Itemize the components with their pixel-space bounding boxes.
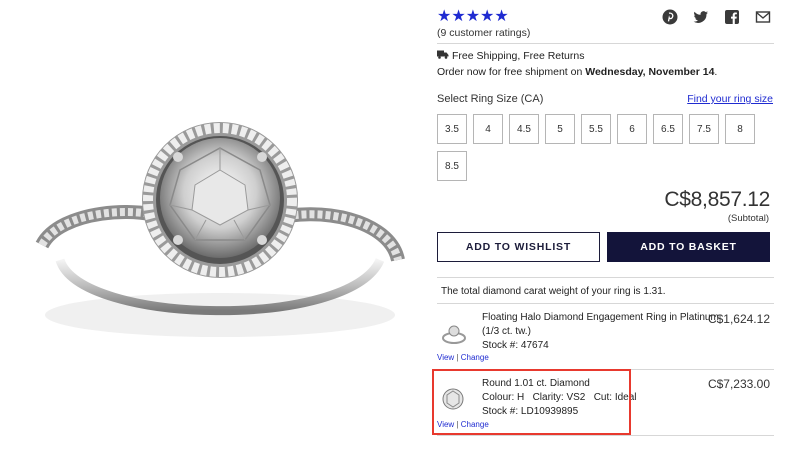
divider xyxy=(437,435,774,436)
ring-size-options: 3.5 4 4.5 5 5.5 6 6.5 7.5 8 8.5 xyxy=(437,114,775,181)
ship-date: Wednesday, November 14 xyxy=(585,66,715,78)
subtotal-label: (Subtotal) xyxy=(727,213,769,224)
ring-size-option[interactable]: 5 xyxy=(545,114,575,144)
ring-size-option[interactable]: 4.5 xyxy=(509,114,539,144)
ratings-count[interactable]: (9 customer ratings) xyxy=(437,27,530,39)
ring-size-option[interactable]: 7.5 xyxy=(689,114,719,144)
carat-weight-note: The total diamond carat weight of your r… xyxy=(441,286,666,297)
star-icon: ★★★★★ xyxy=(437,6,509,25)
ring-size-option[interactable]: 5.5 xyxy=(581,114,611,144)
setting-description: Floating Halo Diamond Engagement Ring in… xyxy=(482,311,719,353)
order-by-info: Order now for free shipment on Wednesday… xyxy=(437,66,717,78)
add-to-basket-button[interactable]: ADD TO BASKET xyxy=(607,232,770,262)
twitter-icon[interactable] xyxy=(693,9,709,25)
divider xyxy=(437,277,774,278)
find-ring-size-link[interactable]: Find your ring size xyxy=(687,93,773,105)
ring-size-option[interactable]: 8 xyxy=(725,114,755,144)
share-icons xyxy=(662,9,771,25)
ring-size-option[interactable]: 8.5 xyxy=(437,151,467,181)
setting-price: C$1,624.12 xyxy=(707,312,770,326)
email-icon[interactable] xyxy=(755,9,771,25)
total-price: C$8,857.12 xyxy=(664,188,770,211)
order-prefix: Order now for free shipment on xyxy=(437,66,586,78)
ring-thumbnail xyxy=(441,323,467,349)
shipping-text: Free Shipping, Free Returns xyxy=(452,50,585,62)
order-suffix: . xyxy=(714,66,718,78)
truck-icon xyxy=(437,50,449,62)
setting-name: Floating Halo Diamond Engagement Ring in… xyxy=(482,312,719,323)
ring-size-label: Select Ring Size (CA) xyxy=(437,93,544,105)
ring-size-option[interactable]: 6 xyxy=(617,114,647,144)
product-image xyxy=(20,110,415,370)
pinterest-icon[interactable] xyxy=(662,9,678,25)
ring-size-option[interactable]: 3.5 xyxy=(437,114,467,144)
divider xyxy=(437,43,774,44)
ratings-link[interactable]: (9 customer ratings) xyxy=(437,27,530,39)
shipping-info: Free Shipping, Free Returns xyxy=(437,50,584,62)
ring-size-option[interactable]: 6.5 xyxy=(653,114,683,144)
view-setting-link[interactable]: View xyxy=(437,353,454,362)
facebook-icon[interactable] xyxy=(724,9,740,25)
setting-stock: Stock #: 47674 xyxy=(482,340,549,351)
setting-line-item: Floating Halo Diamond Engagement Ring in… xyxy=(437,303,774,369)
setting-carat: (1/3 ct. tw.) xyxy=(482,326,531,337)
change-setting-link[interactable]: Change xyxy=(461,353,489,362)
highlight-box xyxy=(432,369,631,435)
setting-links: View | Change xyxy=(437,353,489,362)
rating-stars[interactable]: ★★★★★ xyxy=(437,8,509,24)
add-to-wishlist-button[interactable]: ADD TO WISHLIST xyxy=(437,232,600,262)
ring-size-option[interactable]: 4 xyxy=(473,114,503,144)
diamond-price: C$7,233.00 xyxy=(707,377,770,391)
link-separator: | xyxy=(456,353,459,362)
